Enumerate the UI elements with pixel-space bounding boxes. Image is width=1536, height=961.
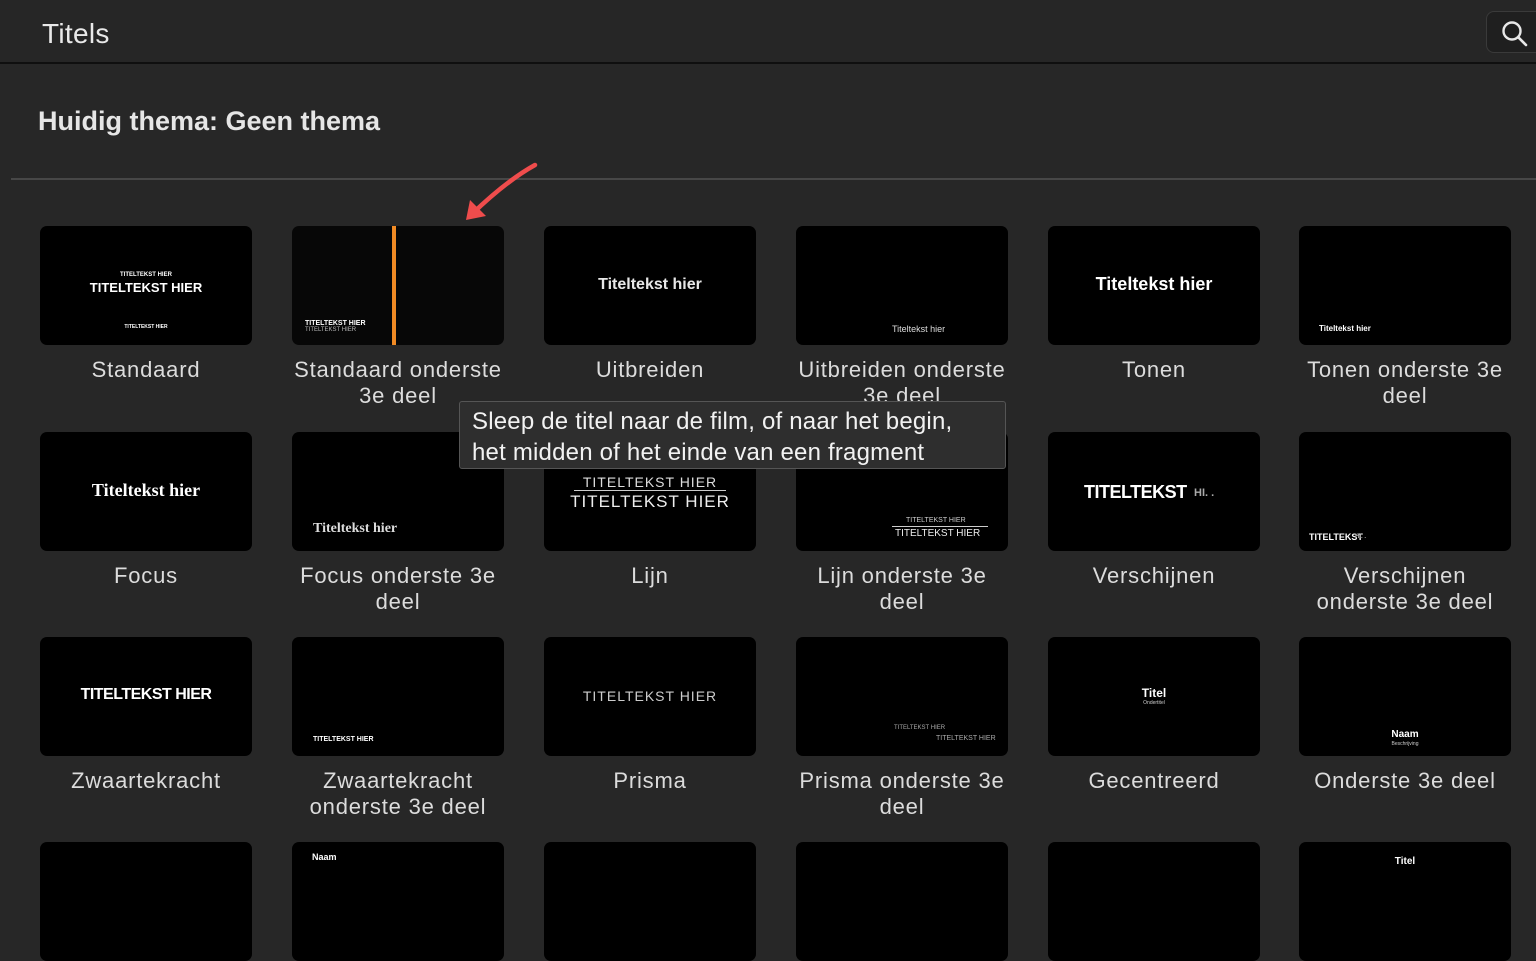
preview-main-text: TITELTEKST HIER xyxy=(89,280,203,295)
preview-main-text: TITELTEKST HIER xyxy=(582,474,718,490)
title-preview xyxy=(796,842,1008,961)
tile-label: Prisma onderste 3e deel xyxy=(799,768,1005,819)
title-preview: Titeltekst hier xyxy=(796,226,1008,345)
tooltip-line: het midden of het einde van een fragment xyxy=(472,439,925,466)
title-preview xyxy=(544,842,756,961)
annotation-arrow-icon xyxy=(466,162,538,220)
title-preview: Titeltekst hier xyxy=(1048,226,1260,345)
preview-sub-text: TITELTEKST HIER xyxy=(936,735,996,742)
tile-label: Tonen xyxy=(1122,357,1186,382)
title-preview: TITELTEKST HIER xyxy=(40,637,252,756)
preview-sub-text: TITELTEKST HIER xyxy=(305,327,357,333)
line-decoration xyxy=(892,526,988,527)
tile-label: Onderste 3e deel xyxy=(1314,768,1496,793)
title-preview: Titeltekst hier xyxy=(1299,226,1511,345)
title-preview: TITELTEKST HI. . xyxy=(1048,432,1260,551)
line-decoration xyxy=(574,490,726,491)
title-preview: TITELTEKST HI. . xyxy=(1299,432,1511,551)
title-preview: Titeltekst hier xyxy=(544,226,756,345)
title-preview: Titel Ondertitel xyxy=(1048,637,1260,756)
title-preview: TITELTEKST HIER xyxy=(544,637,756,756)
preview-small-text: TITELTEKST HIER xyxy=(120,272,172,278)
preview-main-text: TITELTEKST HIER xyxy=(582,688,718,704)
title-preview: TITELTEKST HIER TITELTEKST HIER TITELTEK… xyxy=(40,226,252,345)
preview-main-text: TITELTEKST HIER xyxy=(305,320,366,327)
preview-sub-text: Beschrijving xyxy=(1391,741,1419,747)
preview-sub-text: HI. . xyxy=(1194,487,1215,499)
preview-sub-text: Ondertitel xyxy=(1143,700,1165,706)
tile-label: Zwaartekracht xyxy=(71,768,221,793)
preview-sub-text: HI. . xyxy=(1355,534,1367,540)
preview-main-text: TITELTEKST HIER xyxy=(894,725,946,731)
preview-main-text: Titel xyxy=(1141,686,1167,700)
tile-label: Prisma xyxy=(613,768,687,793)
tile-label: Standaard xyxy=(91,357,201,382)
tooltip-line: Sleep de titel naar de film, of naar het… xyxy=(472,408,953,435)
drag-hint-tooltip: Sleep de titel naar de film, of naar het… xyxy=(459,401,1006,469)
tile-label: Zwaartekracht onderste 3e deel xyxy=(309,768,487,819)
preview-main-text: Titeltekst hier xyxy=(91,480,201,500)
preview-main-text: Titeltekst hier xyxy=(598,276,702,293)
title-preview: Titel xyxy=(1299,842,1511,961)
preview-sub-text: TITELTEKST HIER xyxy=(570,492,730,511)
title-preview: TITELTEKST HIER xyxy=(292,637,504,756)
title-preview: Titeltekst hier xyxy=(40,432,252,551)
tile-label: Focus xyxy=(114,563,178,588)
tile-label: Uitbreiden xyxy=(595,357,705,382)
preview-main-text: TITELTEKST xyxy=(1084,482,1187,502)
tile-label: Gecentreerd xyxy=(1088,768,1220,793)
preview-main-text: Titeltekst hier xyxy=(1095,274,1213,294)
title-preview: TITELTEKST HIER TITELTEKST HIER xyxy=(796,637,1008,756)
preview-main-text: Titeltekst hier xyxy=(1319,324,1371,333)
preview-main-text: TITELTEKST HIER xyxy=(80,686,212,703)
preview-main-text: Titeltekst hier xyxy=(313,521,398,536)
tile-label: Lijn onderste 3e deel xyxy=(817,563,987,614)
accent-bar xyxy=(392,226,396,345)
tile-label: Tonen onderste 3e deel xyxy=(1307,357,1503,408)
title-preview xyxy=(1048,842,1260,961)
title-preview: Naam Beschrijving xyxy=(1299,637,1511,756)
preview-sub-text: TITELTEKST HIER xyxy=(895,528,981,539)
tile-label: Verschijnen onderste 3e deel xyxy=(1316,563,1494,614)
title-preview: Naam xyxy=(292,842,504,961)
tile-label: Verschijnen xyxy=(1092,563,1216,588)
preview-main-text: Naam xyxy=(312,852,337,862)
preview-main-text: Titeltekst hier xyxy=(892,324,946,334)
title-preview: TITELTEKST HIER TITELTEKST HIER xyxy=(292,226,504,345)
preview-sub-text: TITELTEKST HIER xyxy=(124,324,168,330)
preview-main-text: TITELTEKST HIER xyxy=(906,517,966,524)
title-preview xyxy=(40,842,252,961)
preview-main-text: Titel xyxy=(1394,856,1416,867)
preview-main-text: Naam xyxy=(1391,729,1419,740)
tile-label: Focus onderste 3e deel xyxy=(300,563,496,614)
tile-label: Lijn xyxy=(631,563,669,588)
preview-main-text: TITELTEKST HIER xyxy=(313,736,374,743)
